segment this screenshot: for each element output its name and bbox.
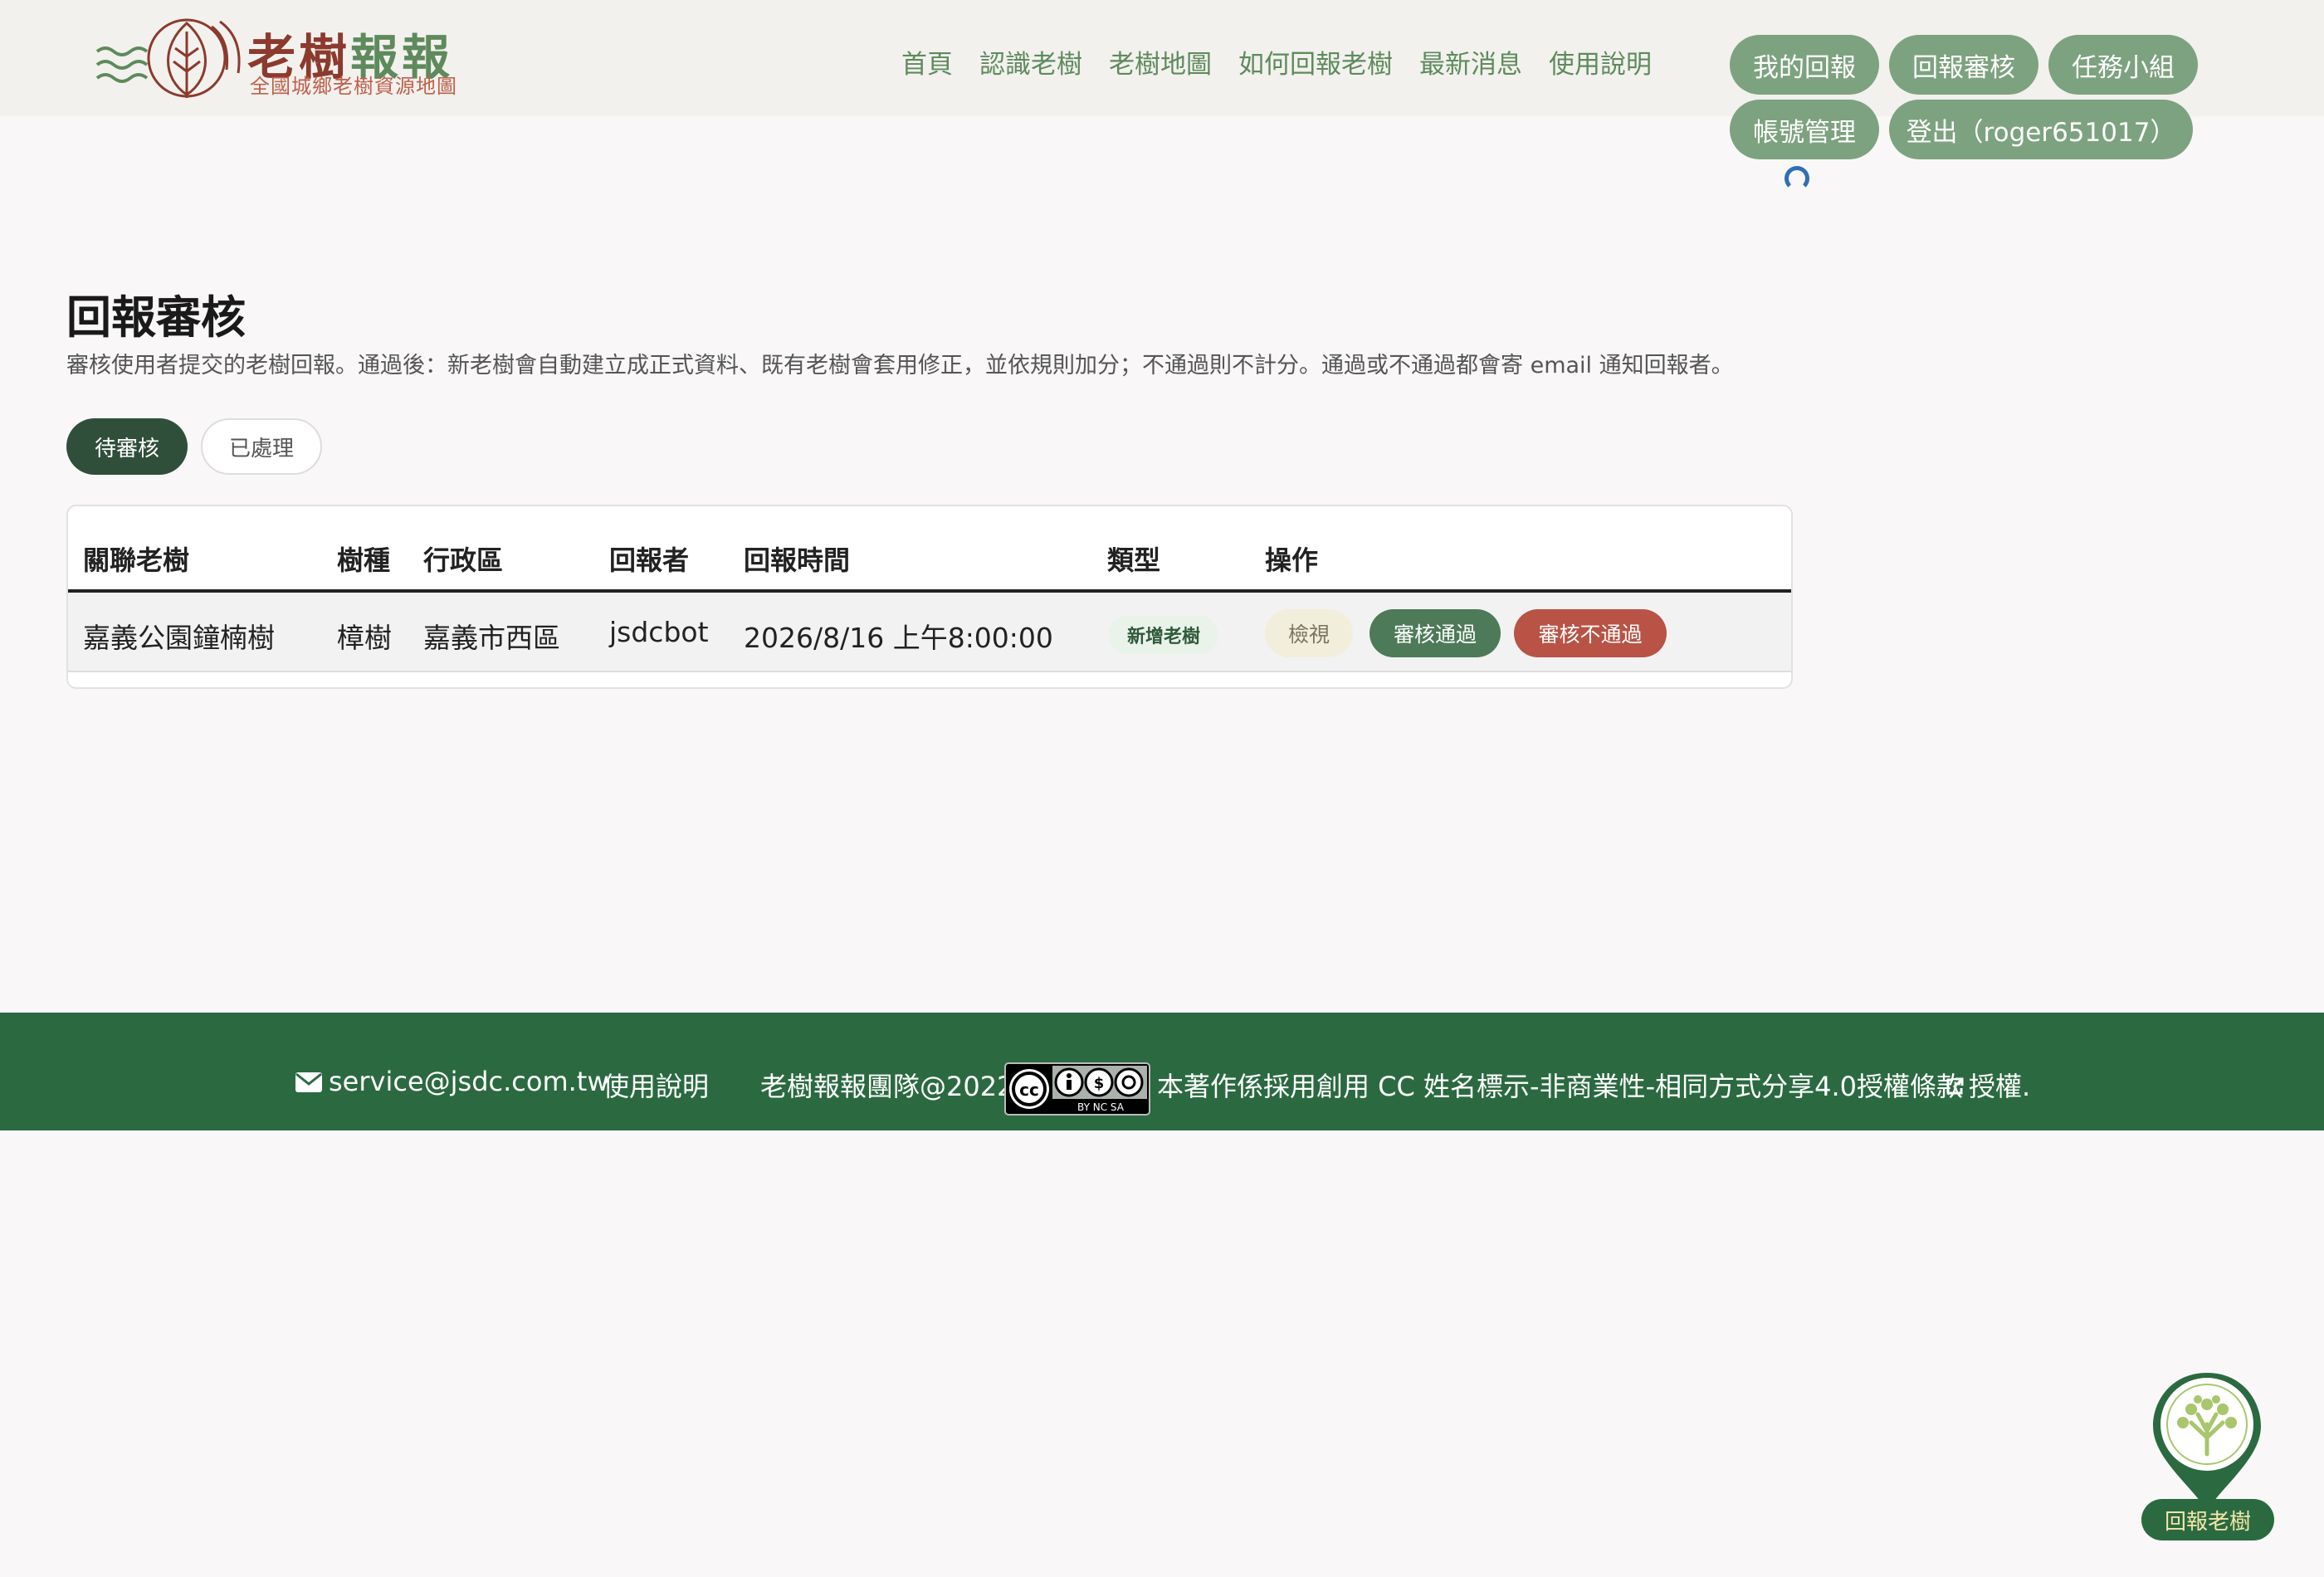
nav-news[interactable]: 最新消息 [1419,43,1522,81]
svg-text:cc: cc [1019,1080,1039,1100]
footer-license-suffix: 授權. [1969,1071,2031,1102]
nav-home[interactable]: 首頁 [901,43,953,81]
report-tree-button[interactable]: 回報老樹 [2141,1499,2274,1540]
tab-pending[interactable]: 待審核 [66,418,188,475]
footer-help-link[interactable]: 使用說明 [603,1066,709,1104]
footer-team: 老樹報報團隊@2022 [760,1071,1014,1102]
header-actions: 操作 [1265,544,1319,576]
cell-reporter: jsdcbot [609,616,709,648]
footer-license-text[interactable]: 本著作係採用創用 CC 姓名標示-非商業性-相同方式分享4.0授權條款 [1157,1066,1963,1104]
cell-district: 嘉義市西區 [423,622,560,654]
header-reporter: 回報者 [609,544,690,576]
type-badge: 新增老樹 [1109,616,1218,654]
nav-help[interactable]: 使用說明 [1549,43,1652,81]
cell-report-time: 2026/8/16 上午8:00:00 [744,622,1053,654]
external-link-icon [1946,1077,1964,1095]
table-row: 嘉義公園鐘楠樹 樟樹 嘉義市西區 jsdcbot 2026/8/16 上午8:0… [68,593,1791,672]
page-description: 審核使用者提交的老樹回報。通過後：新老樹會自動建立成正式資料、既有老樹會套用修正… [66,353,1734,378]
nav-how-to-report[interactable]: 如何回報老樹 [1238,43,1393,81]
table-header: 關聯老樹 樹種 行政區 回報者 回報時間 類型 操作 [68,506,1791,593]
reject-button[interactable]: 審核不通過 [1514,609,1667,657]
header-species: 樹種 [337,544,391,576]
nav-tree-map[interactable]: 老樹地圖 [1109,43,1212,81]
approve-button[interactable]: 審核通過 [1370,609,1501,657]
header-report-time: 回報時間 [744,544,851,576]
my-reports-button[interactable]: 我的回報 [1730,35,1879,95]
logout-button[interactable]: 登出（roger651017） [1889,100,2193,159]
tree-leaf-logo-icon [95,18,241,98]
logo-subtitle: 全國城鄉老樹資源地圖 [250,75,457,98]
header-related-tree: 關聯老樹 [83,544,190,576]
site-header: 老樹報報 全國城鄉老樹資源地圖 首頁 認識老樹 老樹地圖 如何回報老樹 最新消息… [0,0,2324,159]
cell-tree: 嘉義公園鐘楠樹 [83,622,275,654]
site-footer: service@jsdc.com.tw 使用說明 老樹報報團隊@2022 cc … [0,1013,2324,1130]
tab-processed[interactable]: 已處理 [201,418,322,475]
main-nav: 首頁 認識老樹 老樹地圖 如何回報老樹 最新消息 使用說明 [901,43,1652,81]
review-reports-button[interactable]: 回報審核 [1889,35,2038,95]
task-group-button[interactable]: 任務小組 [2048,35,2198,95]
reports-table: 關聯老樹 樹種 行政區 回報者 回報時間 類型 操作 嘉義公園鐘楠樹 樟樹 嘉義… [66,505,1793,689]
cell-species: 樟樹 [337,622,392,654]
view-button[interactable]: 檢視 [1265,609,1353,657]
cc-badge-text: BY NC SA [1077,1101,1125,1113]
mail-icon [295,1072,322,1092]
loading-spinner-icon [1784,166,1809,191]
account-management-button[interactable]: 帳號管理 [1730,100,1879,159]
cc-license-badge-icon[interactable]: cc $ BY NC SA [1004,1062,1150,1116]
header-district: 行政區 [423,544,504,576]
header-type: 類型 [1107,544,1161,576]
footer-email-link[interactable]: service@jsdc.com.tw [329,1066,609,1097]
nav-learn-trees[interactable]: 認識老樹 [979,43,1082,81]
svg-text:$: $ [1094,1075,1105,1092]
page-title: 回報審核 [66,291,246,344]
site-logo[interactable]: 老樹報報 全國城鄉老樹資源地圖 [95,15,477,103]
